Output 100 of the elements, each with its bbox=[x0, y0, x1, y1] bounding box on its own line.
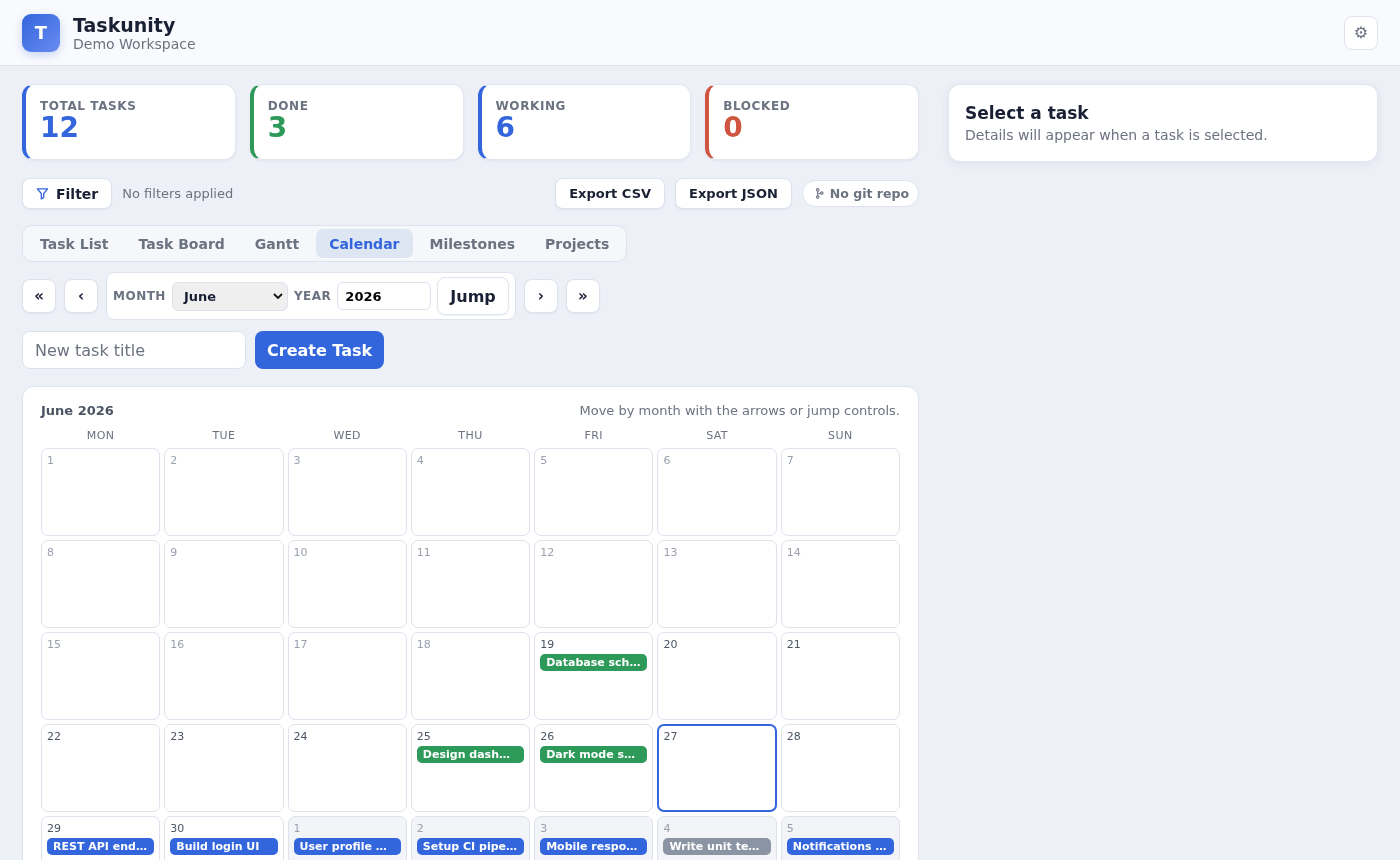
weekday-label: SUN bbox=[827, 429, 854, 442]
day-cell[interactable]: 8 bbox=[41, 540, 161, 628]
month-label: MONTH bbox=[113, 289, 166, 303]
day-cell[interactable]: 2 bbox=[164, 448, 284, 536]
task-chip[interactable]: Mobile respo… bbox=[540, 838, 648, 855]
day-cell[interactable]: 30 Build login UI bbox=[164, 816, 284, 860]
day-cell[interactable]: 5 Notifications … bbox=[780, 816, 900, 860]
day-number: 15 bbox=[47, 638, 62, 651]
stat-value: 0 bbox=[723, 113, 744, 143]
view-tab[interactable]: Milestones bbox=[416, 229, 528, 258]
day-cell[interactable]: 9 bbox=[164, 540, 284, 628]
task-chip[interactable]: Dark mode s… bbox=[540, 746, 648, 763]
day-cell[interactable]: 14 bbox=[780, 540, 900, 628]
day-number: 1 bbox=[293, 822, 302, 835]
day-cell[interactable]: 17 bbox=[287, 632, 407, 720]
stat-label: DONE bbox=[267, 99, 310, 113]
weekday-label: MON bbox=[85, 429, 116, 442]
day-cell[interactable]: 11 bbox=[410, 540, 531, 628]
day-cell[interactable]: 3 bbox=[287, 448, 407, 536]
export-button[interactable]: Export CSV bbox=[555, 178, 666, 209]
day-number: 10 bbox=[293, 546, 309, 559]
weekday-label: FRI bbox=[583, 429, 604, 442]
filter-button[interactable]: Filter bbox=[22, 178, 113, 209]
day-cell[interactable]: 7 bbox=[780, 448, 900, 536]
day-cell[interactable]: 2 Setup CI pipe… bbox=[410, 816, 531, 860]
view-tab[interactable]: Gantt bbox=[241, 229, 313, 258]
last-button[interactable]: » bbox=[565, 279, 600, 313]
view-tab[interactable]: Calendar bbox=[316, 229, 413, 258]
day-cell[interactable]: 5 bbox=[534, 448, 654, 536]
year-field[interactable]: 2026 bbox=[337, 282, 432, 310]
stat-label: BLOCKED bbox=[723, 99, 792, 113]
month-select[interactable]: June bbox=[171, 281, 288, 311]
task-chip[interactable]: REST API end… bbox=[47, 838, 155, 855]
chevron-down-icon bbox=[272, 293, 283, 299]
day-number: 5 bbox=[786, 822, 795, 835]
day-cell[interactable]: 27 bbox=[657, 724, 777, 812]
day-cell[interactable]: 29 REST API end… bbox=[41, 816, 161, 860]
day-number: 27 bbox=[663, 730, 679, 743]
next-button[interactable]: › bbox=[523, 279, 558, 313]
task-chip[interactable]: Write unit te… bbox=[663, 838, 771, 855]
task-chip[interactable]: Database sch… bbox=[540, 654, 648, 671]
stat-label: TOTAL TASKS bbox=[40, 99, 138, 113]
day-cell[interactable]: 28 bbox=[780, 724, 900, 812]
view-tab[interactable]: Task Board bbox=[125, 229, 238, 258]
weekday-label: TUE bbox=[211, 429, 237, 442]
day-cell[interactable]: 3 Mobile respo… bbox=[534, 816, 654, 860]
workspace-name: Demo Workspace bbox=[73, 35, 196, 52]
git-status-pill: No git repo bbox=[801, 180, 919, 207]
day-cell[interactable]: 10 bbox=[287, 540, 407, 628]
view-tab[interactable]: Task List bbox=[27, 229, 122, 258]
day-cell[interactable]: 6 bbox=[657, 448, 777, 536]
jump-button[interactable]: Jump bbox=[437, 277, 509, 315]
day-cell[interactable]: 12 bbox=[534, 540, 654, 628]
task-chip[interactable]: User profile … bbox=[293, 838, 401, 855]
day-number: 8 bbox=[47, 546, 55, 559]
day-cell[interactable]: 19 Database sch… bbox=[534, 632, 654, 720]
task-chip[interactable]: Setup CI pipe… bbox=[416, 838, 525, 855]
task-chip[interactable]: Design dash… bbox=[416, 746, 525, 763]
day-number: 29 bbox=[47, 822, 62, 835]
day-cell[interactable]: 24 bbox=[287, 724, 407, 812]
details-text: Details will appear when a task is selected. bbox=[965, 127, 1269, 143]
day-cell[interactable]: 20 bbox=[657, 632, 777, 720]
first-button[interactable]: « bbox=[22, 279, 56, 313]
day-cell[interactable]: 23 bbox=[164, 724, 284, 812]
day-cell[interactable]: 21 bbox=[780, 632, 900, 720]
day-number: 6 bbox=[663, 454, 672, 467]
day-number: 16 bbox=[170, 638, 186, 651]
day-number: 2 bbox=[416, 822, 425, 835]
day-cell[interactable]: 25 Design dash… bbox=[410, 724, 531, 812]
day-cell[interactable]: 16 bbox=[164, 632, 284, 720]
day-number: 18 bbox=[416, 638, 432, 651]
day-number: 7 bbox=[786, 454, 795, 467]
day-number: 11 bbox=[416, 546, 432, 559]
day-cell[interactable]: 22 bbox=[41, 724, 161, 812]
day-cell[interactable]: 15 bbox=[41, 632, 161, 720]
day-cell[interactable]: 1 bbox=[41, 448, 161, 536]
task-chip[interactable]: Notifications … bbox=[786, 838, 894, 855]
day-number: 13 bbox=[663, 546, 679, 559]
view-tab[interactable]: Projects bbox=[531, 229, 623, 258]
day-cell[interactable]: 18 bbox=[410, 632, 531, 720]
day-number: 21 bbox=[786, 638, 802, 651]
stat-value: 6 bbox=[495, 113, 516, 143]
branch-icon bbox=[814, 188, 824, 199]
previous-button[interactable]: ‹ bbox=[64, 279, 98, 313]
settings-button[interactable]: ⚙ bbox=[1344, 15, 1378, 50]
task-title-field[interactable]: New task title bbox=[22, 331, 246, 369]
filter-status: No filters applied bbox=[122, 186, 234, 201]
task-chip[interactable]: Build login UI bbox=[170, 838, 278, 855]
day-cell[interactable]: 13 bbox=[657, 540, 777, 628]
create-task-button[interactable]: Create Task bbox=[255, 331, 385, 369]
day-cell[interactable]: 4 bbox=[410, 448, 531, 536]
day-number: 26 bbox=[540, 730, 556, 743]
day-cell[interactable]: 1 User profile … bbox=[287, 816, 407, 860]
day-cell[interactable]: 4 Write unit te… bbox=[657, 816, 777, 860]
details-title: Select a task bbox=[965, 103, 1090, 123]
day-cell[interactable]: 26 Dark mode s… bbox=[534, 724, 654, 812]
stat-value: 3 bbox=[267, 113, 289, 143]
day-number: 30 bbox=[170, 822, 186, 835]
export-button[interactable]: Export JSON bbox=[675, 178, 792, 209]
day-number: 12 bbox=[540, 546, 556, 559]
